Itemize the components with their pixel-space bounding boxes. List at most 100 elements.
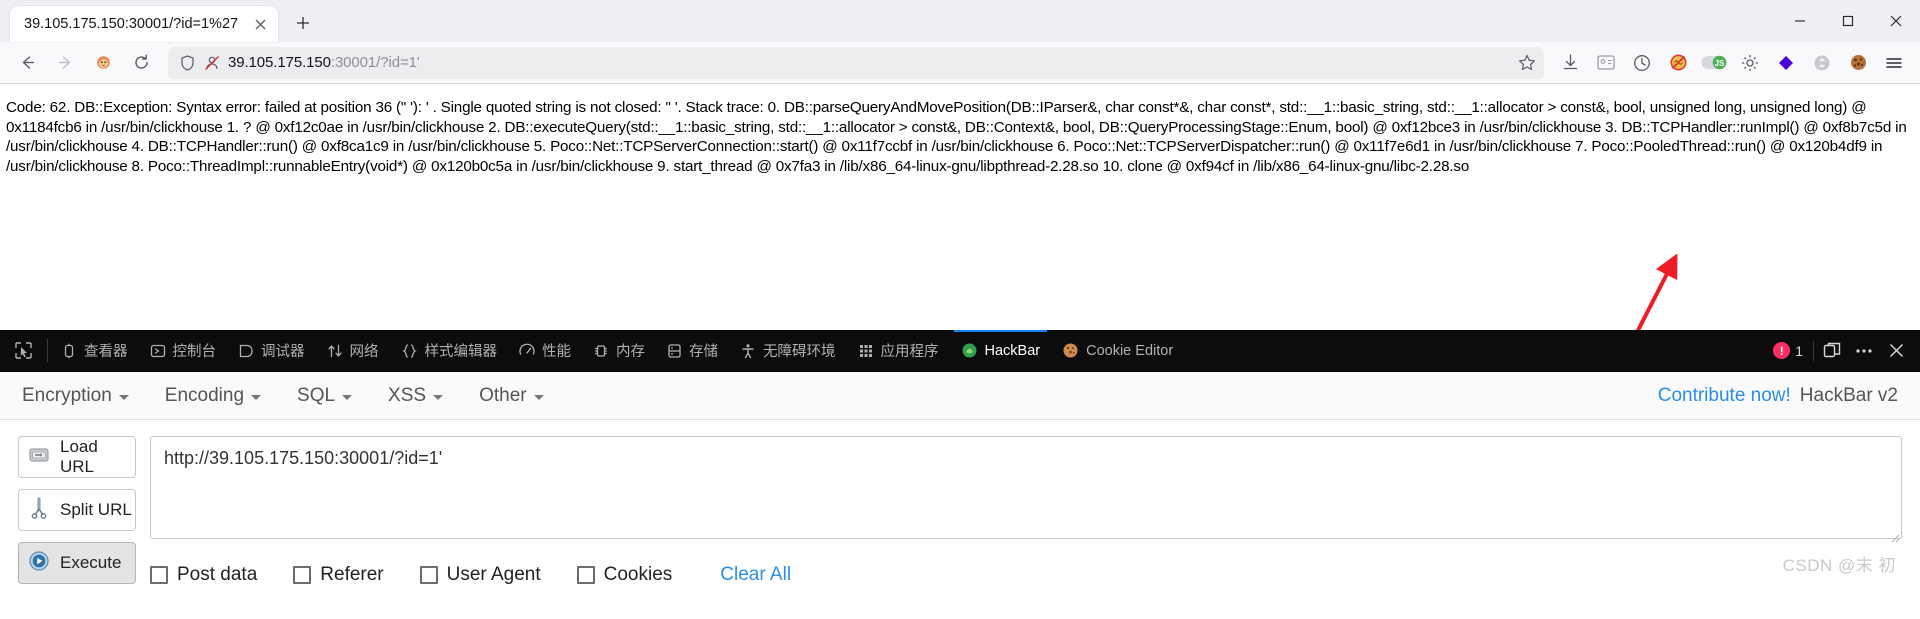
tab-label: 查看器	[84, 344, 128, 360]
contribute-link[interactable]: Contribute now!	[1658, 385, 1791, 407]
back-arrow-icon[interactable]	[10, 47, 44, 79]
error-exclamation-icon: !	[1773, 342, 1791, 359]
divider	[47, 339, 48, 362]
app-menu-icon[interactable]	[1877, 47, 1911, 79]
watermark: CSDN @末 初	[1782, 556, 1896, 575]
adblock-icon[interactable]	[1661, 47, 1695, 79]
load-url-button[interactable]: Load URL	[18, 436, 136, 478]
bookmark-star-icon[interactable]	[1518, 54, 1536, 72]
tab-debugger[interactable]: 调试器	[227, 330, 316, 371]
history-clock-icon[interactable]	[1625, 47, 1659, 79]
tab-console[interactable]: 控制台	[139, 330, 228, 371]
forward-arrow-icon[interactable]	[48, 47, 82, 79]
tab-hackbar[interactable]: HackBar	[950, 330, 1052, 371]
split-url-scissors-icon	[28, 496, 50, 524]
window-controls	[1776, 0, 1920, 42]
close-devtools-icon[interactable]	[1880, 336, 1912, 366]
load-url-icon	[28, 445, 50, 470]
menu-other[interactable]: Other	[479, 385, 544, 407]
downloads-icon[interactable]	[1553, 47, 1587, 79]
option-label: Referer	[320, 564, 384, 585]
option-user-agent[interactable]: User Agent	[419, 564, 541, 586]
more-options-icon[interactable]	[1848, 336, 1880, 366]
tab-cookie-editor[interactable]: Cookie Editor	[1051, 330, 1184, 371]
lion-home-icon[interactable]	[86, 47, 120, 79]
memory-icon	[595, 344, 607, 357]
devtools-toolbar-right: ! 1	[1765, 330, 1920, 371]
shield-icon[interactable]	[180, 54, 195, 71]
devtools-panel: 查看器 控制台 调试器 网络 样式编辑器 性能 内存 存储 无障碍环境 应用程序…	[0, 330, 1920, 586]
tab-performance[interactable]: 性能	[508, 330, 582, 371]
performance-icon	[519, 343, 535, 355]
minimize-icon[interactable]	[1776, 0, 1824, 42]
checkbox-post-data[interactable]	[150, 566, 168, 584]
checkbox-referer[interactable]	[293, 566, 312, 584]
clear-all-link[interactable]: Clear All	[720, 564, 791, 586]
tab-accessibility[interactable]: 无障碍环境	[729, 330, 847, 371]
tab-label: 性能	[542, 344, 571, 360]
application-icon	[859, 344, 872, 357]
tab-inspector[interactable]: 查看器	[50, 330, 139, 371]
tab-label: 无障碍环境	[763, 344, 836, 360]
hackbar-body: Load URL Split URL Execute http://39.105…	[0, 420, 1920, 586]
close-window-icon[interactable]	[1872, 0, 1920, 42]
clickhouse-error-message: Code: 62. DB::Exception: Syntax error: f…	[6, 99, 1907, 175]
url-input[interactable]	[150, 436, 1902, 539]
close-icon[interactable]	[250, 14, 270, 34]
hackbar-main: Post data Referer User Agent Cookies C	[150, 436, 1902, 586]
button-label: Execute	[60, 553, 122, 572]
tab-label: 网络	[349, 344, 379, 360]
address-bar-url: 39.105.175.150:30001/?id=1'	[228, 54, 420, 71]
cookie-editor-icon[interactable]	[1841, 47, 1875, 79]
console-icon	[150, 344, 165, 357]
hackbar-menu-bar: Encryption Encoding SQL XSS Other Contri…	[0, 372, 1920, 420]
button-label: Split URL	[60, 500, 132, 519]
menu-label: XSS	[388, 384, 427, 406]
checkbox-user-agent[interactable]	[419, 566, 438, 584]
tab-storage[interactable]: 存储	[656, 330, 729, 371]
extension-toolbar: JS	[1552, 47, 1912, 79]
tab-memory[interactable]: 内存	[582, 330, 656, 371]
red-pointer-arrow	[1620, 253, 1710, 330]
new-tab-button[interactable]	[286, 6, 320, 40]
dock-toggle-icon[interactable]	[1816, 336, 1848, 366]
option-referer[interactable]: Referer	[293, 564, 384, 586]
menu-xss[interactable]: XSS	[388, 384, 444, 407]
element-picker-icon[interactable]	[4, 330, 45, 371]
settings-gear-icon[interactable]	[1733, 47, 1767, 79]
error-count-badge[interactable]: ! 1	[1765, 342, 1811, 359]
menu-encoding[interactable]: Encoding	[165, 385, 262, 407]
tab-label: 应用程序	[880, 344, 939, 360]
wappalyzer-icon[interactable]	[1769, 47, 1803, 79]
split-url-button[interactable]: Split URL	[18, 489, 136, 531]
accessibility-icon	[742, 343, 754, 358]
storage-icon	[668, 343, 681, 358]
tab-network[interactable]: 网络	[316, 330, 390, 371]
chevron-down-icon	[251, 394, 262, 400]
reload-icon[interactable]	[124, 47, 158, 79]
address-bar[interactable]: 39.105.175.150:30001/?id=1'	[168, 46, 1544, 79]
execute-button[interactable]: Execute	[18, 542, 136, 584]
account-card-icon[interactable]	[1589, 47, 1623, 79]
option-cookies[interactable]: Cookies	[576, 564, 672, 586]
tab-label: HackBar	[984, 342, 1041, 359]
maximize-icon[interactable]	[1824, 0, 1872, 42]
hackbar-brand: Contribute now! HackBar v2	[1658, 385, 1898, 407]
chevron-down-icon	[342, 394, 353, 400]
tab-label: 内存	[616, 344, 645, 360]
resize-handle[interactable]	[1888, 530, 1900, 543]
tracking-protection-off-icon[interactable]	[204, 55, 220, 71]
tab-style-editor[interactable]: 样式编辑器	[390, 330, 509, 371]
tab-label: 调试器	[261, 344, 305, 360]
checkbox-cookies[interactable]	[576, 566, 595, 584]
option-label: Post data	[177, 564, 258, 585]
menu-sql[interactable]: SQL	[297, 385, 353, 407]
javascript-toggle-icon[interactable]: JS	[1697, 47, 1731, 79]
menu-encryption[interactable]: Encryption	[22, 385, 129, 407]
error-count: 1	[1795, 342, 1803, 359]
tab-application[interactable]: 应用程序	[847, 330, 950, 371]
browser-tab[interactable]: 39.105.175.150:30001/?id=1%27	[10, 6, 279, 42]
menu-label: Other	[479, 384, 527, 406]
proxy-switch-icon[interactable]	[1805, 47, 1839, 79]
option-post-data[interactable]: Post data	[150, 564, 257, 586]
